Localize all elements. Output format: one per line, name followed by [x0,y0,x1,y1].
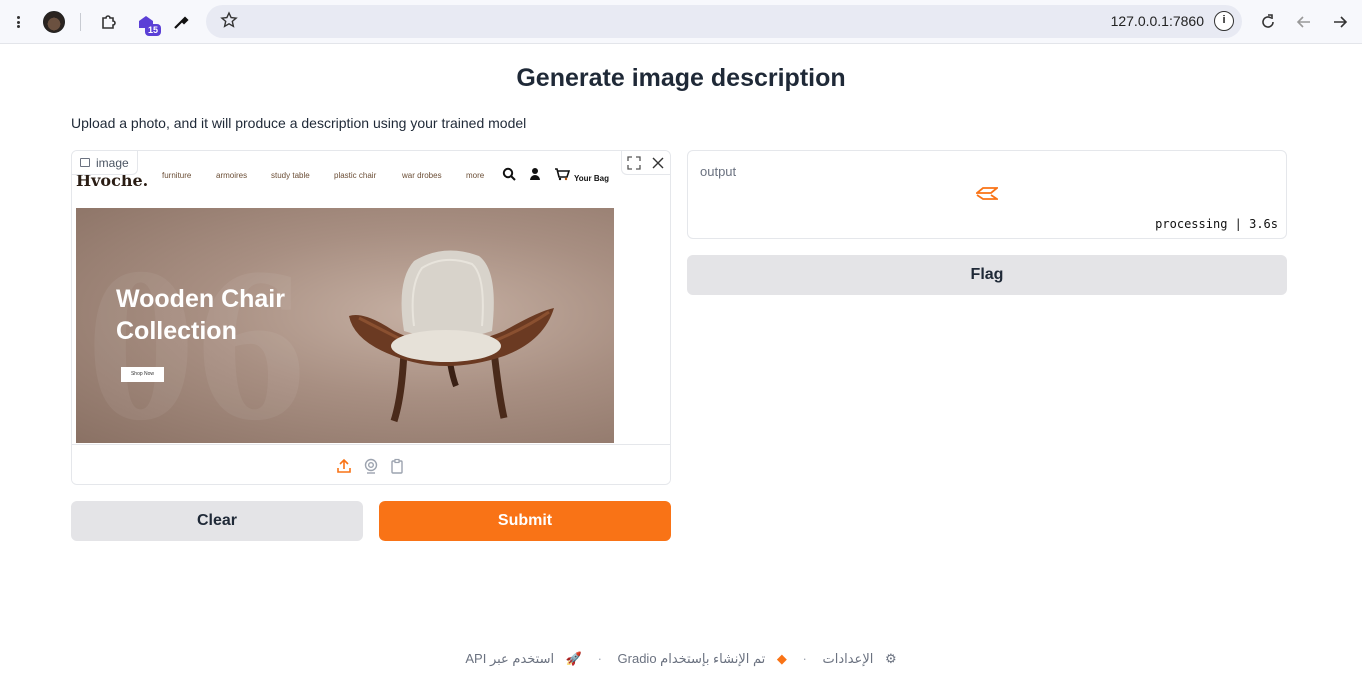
image-source-bar [72,444,670,484]
api-link[interactable]: 🚀 استخدم عبر API [461,651,586,667]
api-label: استخدم عبر API [465,651,555,666]
toolbar-divider [80,13,81,31]
footer-separator: · [802,651,807,666]
bag-label: Your Bag [574,174,609,183]
site-nav-link: more [466,171,485,180]
webcam-icon[interactable] [362,457,380,475]
processing-status: processing | 3.6s [1155,217,1278,231]
browser-toolbar: 15 127.0.0.1:7860 i [0,0,1362,44]
site-nav-link: armoires [216,171,248,180]
output-label: output [700,164,737,179]
image-label-text: image [96,155,129,170]
built-with-label: تم الإنشاء بإستخدام Gradio [617,651,766,666]
settings-link[interactable]: ⚙ الإعدادات [818,651,900,667]
chair-image [349,250,554,423]
extension-icon[interactable]: 15 [134,10,161,36]
fullscreen-icon[interactable] [622,151,646,174]
output-panel: output processing | 3.6s [687,150,1287,239]
address-bar[interactable]: 127.0.0.1:7860 i [206,5,1242,38]
site-nav-link: furniture [162,171,192,180]
clear-button[interactable]: Clear [71,501,363,541]
gear-icon: ⚙ [884,651,897,666]
submit-button[interactable]: Submit [379,501,671,541]
url-text[interactable]: 127.0.0.1:7860 [1111,13,1204,29]
image-label: image [72,151,138,175]
settings-label: الإعدادات [822,651,874,666]
upload-icon[interactable] [335,457,353,475]
cart-icon [554,167,571,184]
star-icon[interactable] [220,11,238,34]
extension-badge: 15 [144,24,161,36]
shop-now-button: Shop Now [121,367,164,382]
rocket-icon: 🚀 [565,651,582,666]
eyedropper-icon[interactable] [169,10,193,34]
image-icon [80,158,90,167]
reload-icon[interactable] [1256,10,1280,34]
site-nav-link: plastic chair [334,171,377,180]
site-nav-link: war drobes [402,171,442,180]
menu-icon[interactable] [6,10,30,34]
avatar[interactable] [42,10,66,34]
uploaded-image: Hvoche. furniture armoires study table p… [74,159,614,443]
close-icon[interactable] [646,151,670,174]
hero-title: Wooden Chair Collection [116,283,285,347]
search-icon [502,167,516,184]
footer: ⚙ الإعدادات · ◆ تم الإنشاء بإستخدام Grad… [0,651,1362,667]
hero-title-line: Collection [116,317,237,345]
image-input-panel[interactable]: image Hvoche. furniture armoires study t… [71,150,671,485]
loading-spinner-icon [976,187,998,200]
image-tools [621,151,670,175]
site-navbar: Hvoche. furniture armoires study table p… [74,159,614,203]
hero-banner: 06 Wooden Chair Collection Shop Now [76,208,614,443]
user-icon [529,167,541,184]
site-nav-link: study table [271,171,310,180]
info-icon[interactable]: i [1214,11,1234,31]
clipboard-icon[interactable] [388,457,406,475]
page-description: Upload a photo, and it will produce a de… [71,115,527,131]
page-title: Generate image description [516,64,846,92]
back-icon[interactable] [1292,10,1316,34]
flag-button[interactable]: Flag [687,255,1287,295]
footer-separator: · [597,651,602,666]
forward-icon[interactable] [1328,10,1352,34]
gradio-logo-icon: ◆ [776,651,787,666]
built-with-gradio-link[interactable]: ◆ تم الإنشاء بإستخدام Gradio [614,651,791,667]
puzzle-icon[interactable] [97,10,121,34]
hero-title-line: Wooden Chair [116,285,285,313]
